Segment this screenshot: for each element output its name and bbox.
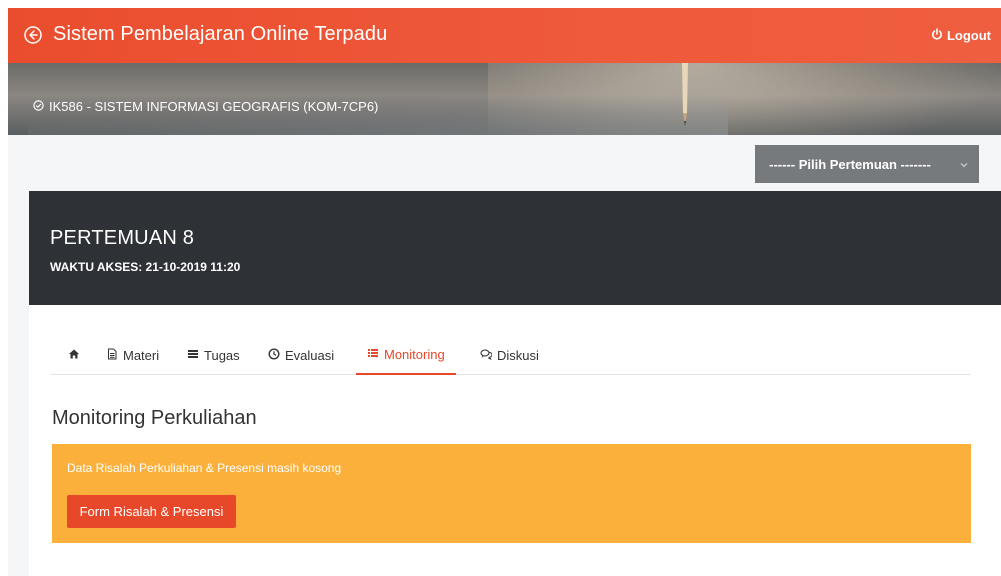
check-circle-icon: [33, 99, 44, 114]
meeting-select-value: ------ Pilih Pertemuan -------: [769, 156, 931, 172]
tasks-icon: [187, 348, 199, 363]
tab-evaluasi[interactable]: Evaluasi: [268, 335, 334, 375]
content-panel: Materi Tugas Evaluasi Monitoring Diskusi…: [29, 305, 1001, 576]
pencil-image: [682, 63, 688, 126]
app-title: Sistem Pembelajaran Online Terpadu: [53, 23, 388, 45]
logout-label: Logout: [946, 28, 991, 43]
file-text-icon: [106, 348, 118, 363]
session-access-time: WAKTU AKSES: 21-10-2019 11:20: [50, 260, 241, 274]
form-risalah-presensi-button[interactable]: Form Risalah & Presensi: [67, 495, 236, 528]
tab-tugas-label: Tugas: [204, 347, 240, 363]
tab-monitoring-label: Monitoring: [384, 346, 445, 362]
empty-alert: Data Risalah Perkuliahan & Presensi masi…: [52, 444, 971, 543]
section-title: Monitoring Perkuliahan: [52, 407, 257, 429]
course-label: IK586 - SISTEM INFORMASI GEOGRAFIS (KOM-…: [33, 99, 378, 114]
home-icon: [68, 348, 80, 363]
tab-home[interactable]: [61, 335, 87, 375]
list-icon: [367, 347, 379, 362]
chevron-down-icon: [959, 158, 969, 168]
logout-button[interactable]: Logout: [931, 28, 991, 43]
app-frame: Sistem Pembelajaran Online Terpadu Logou…: [8, 8, 1001, 576]
course-banner: IK586 - SISTEM INFORMASI GEOGRAFIS (KOM-…: [8, 63, 1001, 135]
comments-icon: [480, 348, 493, 363]
tab-materi[interactable]: Materi: [106, 335, 159, 375]
tab-materi-label: Materi: [123, 347, 160, 363]
course-name: IK586 - SISTEM INFORMASI GEOGRAFIS (KOM-…: [49, 99, 379, 114]
tab-evaluasi-label: Evaluasi: [285, 347, 335, 363]
empty-message: Data Risalah Perkuliahan & Presensi masi…: [67, 461, 342, 475]
tab-monitoring[interactable]: Monitoring: [356, 335, 456, 375]
tab-diskusi-label: Diskusi: [497, 347, 539, 363]
session-title: PERTEMUAN 8: [50, 227, 195, 249]
session-header: PERTEMUAN 8 WAKTU AKSES: 21-10-2019 11:2…: [29, 191, 1001, 305]
back-circle-icon[interactable]: [23, 25, 43, 45]
tab-tugas[interactable]: Tugas: [187, 335, 240, 375]
power-icon: [931, 28, 943, 43]
tab-bar: Materi Tugas Evaluasi Monitoring Diskusi: [50, 335, 971, 375]
clock-icon: [268, 347, 280, 363]
top-bar: Sistem Pembelajaran Online Terpadu Logou…: [8, 8, 1001, 63]
tab-diskusi[interactable]: Diskusi: [480, 335, 539, 375]
meeting-select[interactable]: ------ Pilih Pertemuan -------: [755, 145, 979, 183]
